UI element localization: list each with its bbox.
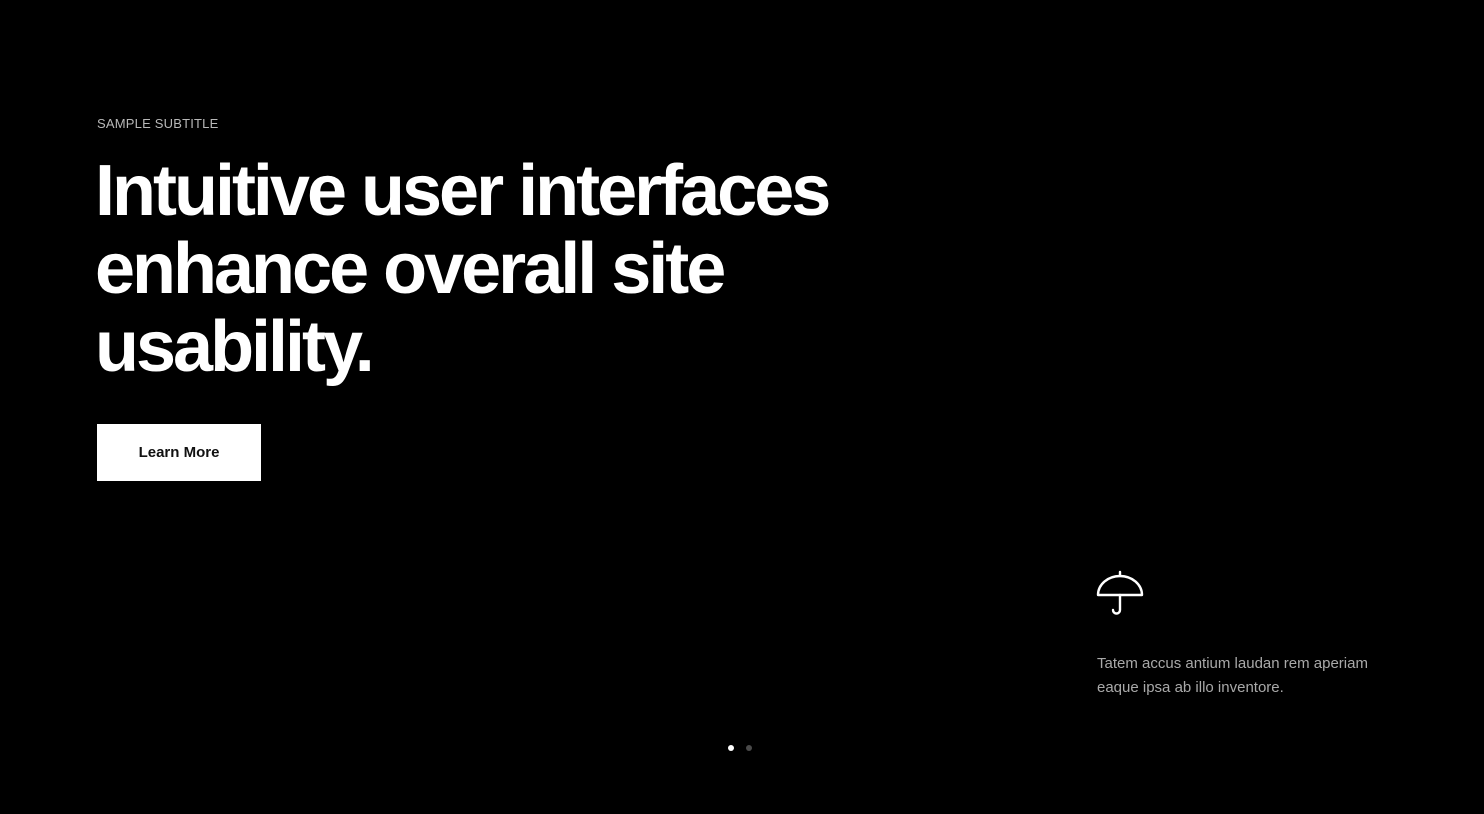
pagination-dot-1[interactable] xyxy=(728,745,734,751)
hero-headline: Intuitive user interfaces enhance overal… xyxy=(95,151,831,387)
pagination-dot-2[interactable] xyxy=(746,745,752,751)
learn-more-button[interactable]: Learn More xyxy=(97,424,261,481)
hero-subtitle: SAMPLE SUBTITLE xyxy=(97,116,219,131)
feature-description: Tatem accus antium laudan rem aperiam ea… xyxy=(1097,655,1368,696)
umbrella-icon xyxy=(1096,570,1144,615)
hero-section: SAMPLE SUBTITLE Intuitive user interface… xyxy=(0,0,1484,814)
slider-pagination xyxy=(728,745,752,751)
